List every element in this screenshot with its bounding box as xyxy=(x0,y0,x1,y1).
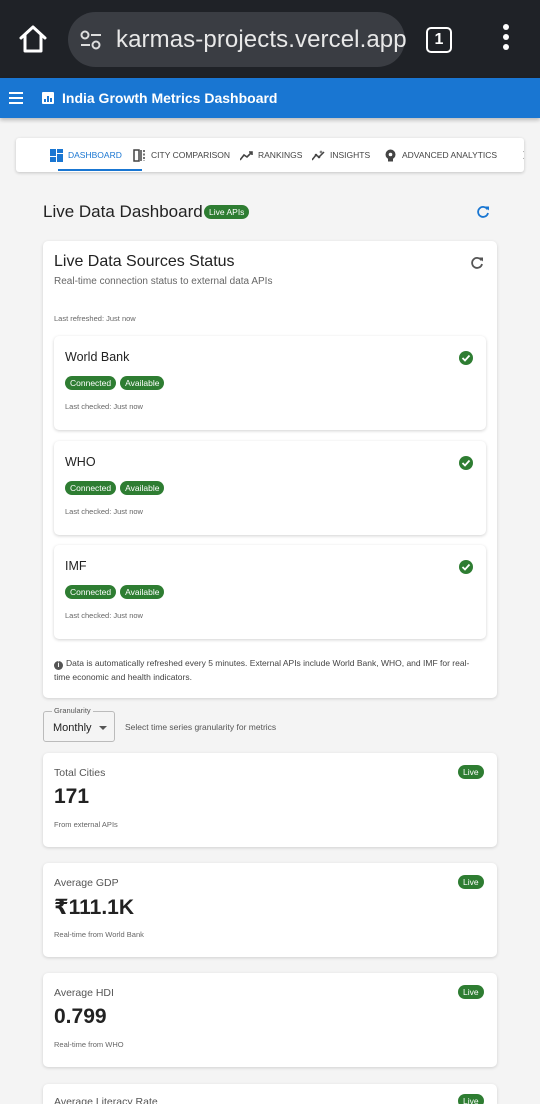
metric-card-total-cities: Total Cities 171 From external APIs Live xyxy=(43,753,497,847)
metric-label: Average HDI xyxy=(54,987,114,999)
app-title: India Growth Metrics Dashboard xyxy=(62,90,278,106)
metric-label: Total Cities xyxy=(54,767,106,779)
last-refreshed-text: Last refreshed: Just now xyxy=(54,314,136,323)
active-tab-indicator xyxy=(58,169,142,171)
tab-advanced-analytics[interactable]: ADVANCED ANALYTICS xyxy=(384,138,497,172)
compare-icon xyxy=(133,148,145,162)
address-bar[interactable]: karmas-projects.vercel.app xyxy=(68,12,407,67)
tab-rankings[interactable]: RANKINGS xyxy=(240,138,302,172)
last-checked-text: Last checked: Just now xyxy=(65,507,143,516)
dashboard-icon xyxy=(50,148,63,162)
refresh-icon[interactable] xyxy=(476,205,490,219)
available-badge: Available xyxy=(120,481,165,495)
tab-label: RANKINGS xyxy=(258,150,303,160)
last-checked-text: Last checked: Just now xyxy=(65,611,143,620)
source-imf: IMF Connected Available Last checked: Ju… xyxy=(54,545,486,639)
analytics-logo-icon xyxy=(42,92,54,104)
granularity-help-text: Select time series granularity for metri… xyxy=(125,722,277,732)
chevron-right-icon xyxy=(523,151,524,159)
metric-card-average-literacy-rate: Average Literacy Rate Live xyxy=(43,1084,497,1104)
page-title: Live Data Dashboard xyxy=(43,202,203,221)
home-icon[interactable] xyxy=(16,22,50,56)
tab-label: INSIGHTS xyxy=(330,150,371,160)
trending-up-icon xyxy=(240,150,253,160)
source-world-bank: World Bank Connected Available Last chec… xyxy=(54,336,486,430)
source-name: World Bank xyxy=(65,350,130,364)
metric-card-average-hdi: Average HDI 0.799 Real-time from WHO Liv… xyxy=(43,973,497,1067)
refresh-sources-icon[interactable] xyxy=(470,256,484,270)
tab-dashboard[interactable]: DASHBOARD xyxy=(50,138,122,172)
data-sources-card: Live Data Sources Status Real-time conne… xyxy=(43,241,497,698)
metric-label: Average Literacy Rate xyxy=(54,1096,158,1104)
info-icon: i xyxy=(54,661,63,670)
available-badge: Available xyxy=(120,585,165,599)
metric-value: 171 xyxy=(54,785,90,808)
check-circle-icon xyxy=(459,456,473,470)
refresh-info-note: i Data is automatically refreshed every 5… xyxy=(54,656,484,684)
metric-value: ₹111.1K xyxy=(54,896,135,919)
metric-source: Real-time from World Bank xyxy=(54,930,144,939)
url-text: karmas-projects.vercel.app xyxy=(116,26,407,53)
sources-subtitle: Real-time connection status to external … xyxy=(54,276,273,287)
source-name: WHO xyxy=(65,455,96,469)
psychology-icon xyxy=(385,149,396,161)
connected-badge: Connected xyxy=(65,481,117,495)
browser-toolbar: karmas-projects.vercel.app 1 xyxy=(0,0,540,78)
check-circle-icon xyxy=(459,351,473,365)
tab-label: ADVANCED ANALYTICS xyxy=(402,150,498,160)
source-who: WHO Connected Available Last checked: Ju… xyxy=(54,441,486,535)
metric-source: From external APIs xyxy=(54,820,118,829)
more-options-icon[interactable] xyxy=(494,24,518,54)
connected-badge: Connected xyxy=(65,585,117,599)
metric-value: 0.799 xyxy=(54,1005,107,1028)
live-badge: Live xyxy=(458,875,484,889)
app-header: India Growth Metrics Dashboard xyxy=(0,78,540,118)
tab-insights[interactable]: INSIGHTS xyxy=(312,138,370,172)
site-settings-icon[interactable] xyxy=(78,27,104,53)
insights-icon xyxy=(312,149,325,160)
dropdown-arrow-icon xyxy=(99,726,107,730)
granularity-label: Granularity xyxy=(52,706,93,715)
tab-switcher-button[interactable]: 1 xyxy=(426,27,452,53)
tab-city-comparison[interactable]: CITY COMPARISON xyxy=(133,138,230,172)
sources-title: Live Data Sources Status xyxy=(54,253,235,270)
info-note-text: Data is automatically refreshed every 5 … xyxy=(54,658,470,682)
metric-label: Average GDP xyxy=(54,877,119,889)
live-apis-badge: Live APIs xyxy=(204,205,250,219)
menu-icon[interactable] xyxy=(9,92,23,104)
tab-label: CITY COMPARISON xyxy=(151,150,231,160)
source-name: IMF xyxy=(65,559,87,573)
check-circle-icon xyxy=(459,560,473,574)
tab-label: DASHBOARD xyxy=(68,150,122,160)
live-badge: Live xyxy=(458,985,484,999)
last-checked-text: Last checked: Just now xyxy=(65,402,143,411)
metric-source: Real-time from WHO xyxy=(54,1040,124,1049)
metric-card-average-gdp: Average GDP ₹111.1K Real-time from World… xyxy=(43,863,497,957)
tab-scroll-button[interactable] xyxy=(516,138,524,172)
connected-badge: Connected xyxy=(65,376,117,390)
granularity-value: Monthly xyxy=(53,722,92,734)
live-badge: Live xyxy=(458,765,484,779)
granularity-select[interactable]: Granularity Monthly xyxy=(43,706,115,742)
live-badge: Live xyxy=(458,1094,484,1104)
navigation-tabs: DASHBOARD CITY COMPARISON RANKINGS INSIG… xyxy=(16,138,524,172)
available-badge: Available xyxy=(120,376,165,390)
